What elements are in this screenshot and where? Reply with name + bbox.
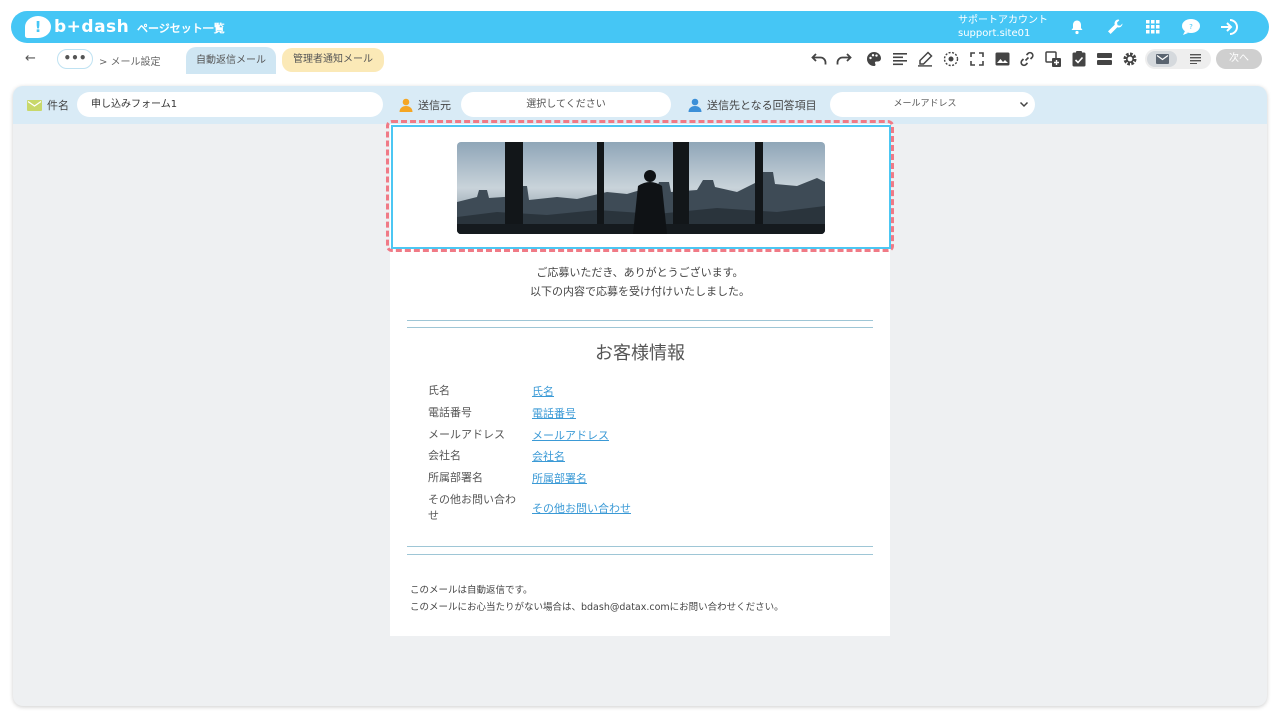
top-bar: ! b+dash ページセット一覧 サポートアカウント support.site… bbox=[11, 11, 1269, 43]
insert-block-icon[interactable] bbox=[1044, 50, 1062, 68]
align-icon[interactable] bbox=[891, 50, 909, 68]
info-key: 氏名 bbox=[428, 384, 450, 397]
subject-input[interactable]: 申し込みフォーム1 bbox=[77, 92, 383, 117]
info-key: その他お問い合わせ bbox=[428, 493, 516, 522]
text-view-button[interactable] bbox=[1181, 51, 1209, 67]
thanks-message[interactable]: ご応募いただき、ありがとうございます。 以下の内容で応募を受け付けいたしました。 bbox=[390, 263, 890, 301]
footer-line-1: このメールは自動返信です。 bbox=[410, 585, 533, 596]
palette-icon[interactable] bbox=[865, 50, 883, 68]
info-value-link[interactable]: その他お問い合わせ bbox=[532, 500, 631, 516]
recipient-select-value: メールアドレス bbox=[893, 99, 957, 109]
account-info[interactable]: サポートアカウント support.site01 bbox=[958, 14, 1048, 40]
page-set-list-link[interactable]: ページセット一覧 bbox=[137, 20, 225, 36]
grid-icon[interactable] bbox=[1141, 16, 1165, 38]
info-key: メールアドレス bbox=[428, 428, 505, 441]
chat-icon[interactable]: ? bbox=[1179, 16, 1203, 38]
sender-select[interactable]: 選択してください bbox=[461, 92, 671, 117]
back-arrow-icon[interactable]: ← bbox=[25, 51, 36, 66]
divider bbox=[407, 546, 873, 547]
info-key: 電話番号 bbox=[428, 406, 472, 419]
text-lines-icon bbox=[1189, 54, 1201, 64]
hero-image-block[interactable] bbox=[391, 125, 891, 249]
footer-text[interactable]: このメールは自動返信です。 このメールにお心当たりがない場合は、bdash@da… bbox=[410, 582, 784, 616]
fullscreen-icon[interactable] bbox=[968, 50, 986, 68]
logout-icon[interactable] bbox=[1217, 16, 1241, 38]
account-site: support.site01 bbox=[958, 28, 1031, 39]
breadcrumb[interactable]: > メール設定 bbox=[99, 53, 161, 68]
divider bbox=[407, 554, 873, 555]
undo-icon[interactable] bbox=[810, 50, 828, 68]
settings-gear-icon[interactable] bbox=[1121, 50, 1139, 68]
tab-admin-notification-mail[interactable]: 管理者通知メール bbox=[282, 48, 384, 72]
logo-text: b+dash bbox=[54, 17, 130, 37]
tab-auto-reply-mail[interactable]: 自動返信メール bbox=[186, 47, 276, 74]
sender-label: 送信元 bbox=[399, 97, 451, 113]
mail-icon bbox=[1155, 54, 1169, 64]
logo[interactable]: ! b+dash bbox=[25, 16, 129, 38]
recipient-select[interactable]: メールアドレス bbox=[830, 92, 1035, 117]
target-icon[interactable] bbox=[942, 50, 960, 68]
view-mode-toggle bbox=[1145, 49, 1211, 69]
info-value-link[interactable]: 会社名 bbox=[532, 448, 565, 464]
hero-image[interactable] bbox=[457, 142, 825, 234]
email-canvas: ご応募いただき、ありがとうございます。 以下の内容で応募を受け付けいたしました。… bbox=[386, 120, 894, 636]
logo-mark: ! bbox=[25, 16, 51, 38]
person-icon bbox=[399, 98, 413, 112]
editor-area: 件名 申し込みフォーム1 送信元 選択してください 送信先となる回答項目 メール… bbox=[13, 86, 1267, 706]
info-key: 所属部署名 bbox=[428, 471, 483, 484]
mail-icon bbox=[27, 99, 42, 111]
thanks-line-1: ご応募いただき、ありがとうございます。 bbox=[536, 266, 744, 279]
pen-icon[interactable] bbox=[916, 50, 934, 68]
more-menu-button[interactable]: ••• bbox=[57, 49, 93, 69]
thanks-line-2: 以下の内容で応募を受け付けいたしました。 bbox=[530, 285, 750, 298]
info-value-link[interactable]: 電話番号 bbox=[532, 405, 576, 421]
html-view-button[interactable] bbox=[1147, 51, 1177, 67]
next-button[interactable]: 次へ bbox=[1216, 49, 1262, 69]
subject-label: 件名 bbox=[27, 97, 69, 113]
divider bbox=[407, 327, 873, 328]
block-layout-icon[interactable] bbox=[1095, 50, 1113, 68]
editor-toolbar: ← ••• > メール設定 自動返信メール 管理者通知メール 次へ bbox=[11, 44, 1269, 74]
link-icon[interactable] bbox=[1018, 50, 1036, 68]
wrench-icon[interactable] bbox=[1103, 16, 1127, 38]
recipient-label: 送信先となる回答項目 bbox=[688, 97, 817, 113]
redo-icon[interactable] bbox=[835, 50, 853, 68]
image-icon[interactable] bbox=[993, 50, 1011, 68]
footer-line-2: このメールにお心当たりがない場合は、bdash@datax.comにお問い合わせ… bbox=[410, 602, 784, 613]
divider bbox=[407, 320, 873, 321]
mail-header-fields: 件名 申し込みフォーム1 送信元 選択してください 送信先となる回答項目 メール… bbox=[13, 86, 1267, 124]
bell-icon[interactable] bbox=[1065, 16, 1089, 38]
info-value-link[interactable]: メールアドレス bbox=[532, 427, 609, 443]
svg-text:?: ? bbox=[1189, 23, 1193, 31]
person-icon bbox=[688, 98, 702, 112]
info-value-link[interactable]: 所属部署名 bbox=[532, 470, 587, 486]
account-label: サポートアカウント bbox=[958, 15, 1048, 26]
section-title[interactable]: お客様情報 bbox=[390, 339, 890, 365]
info-key: 会社名 bbox=[428, 449, 461, 462]
checklist-icon[interactable] bbox=[1070, 50, 1088, 68]
info-value-link[interactable]: 氏名 bbox=[532, 383, 554, 399]
chevron-down-icon bbox=[1019, 92, 1029, 117]
